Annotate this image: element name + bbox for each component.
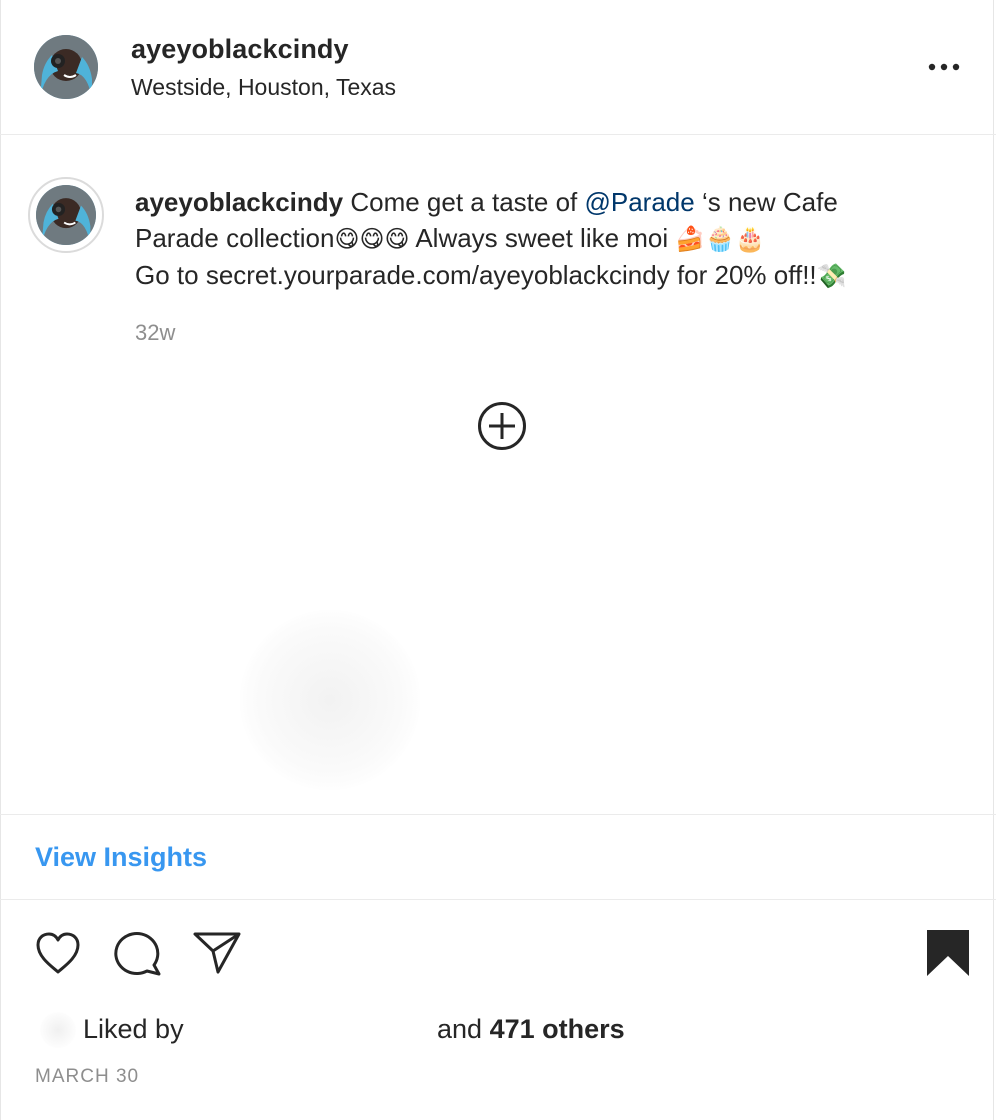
caption-line-2: Parade collection😋😋😋 Always sweet like m… [135,220,955,257]
author-avatar[interactable] [34,35,98,99]
caption-text: Parade collection [135,223,335,253]
add-circle-icon[interactable] [476,400,528,452]
comment-icon[interactable] [113,929,163,977]
mention-link[interactable]: @Parade [584,187,694,217]
bookmark-icon[interactable] [926,929,970,977]
insights-bar: View Insights [0,814,996,900]
post-header: ayeyoblackcindy Westside, Houston, Texas [0,0,996,135]
post-location[interactable]: Westside, Houston, Texas [131,74,396,101]
author-username[interactable]: ayeyoblackcindy [131,34,349,65]
caption-text: ‘s new Cafe [694,187,838,217]
blurred-comment-area [240,610,420,790]
view-insights-link[interactable]: View Insights [35,842,207,873]
cake-emoji-icon: 🍰🧁🎂 [675,225,766,253]
heart-icon[interactable] [34,930,82,976]
yum-emoji-icon: 😋😋😋 [334,225,410,253]
money-emoji-icon: 💸 [816,262,847,290]
caption-line-1: ayeyoblackcindy Come get a taste of @Par… [135,184,955,220]
caption-username[interactable]: ayeyoblackcindy [135,187,343,217]
caption-text: Go to secret.yourparade.com/ayeyoblackci… [135,260,817,290]
caption-line-3: Go to secret.yourparade.com/ayeyoblackci… [135,257,955,294]
caption-avatar [36,185,96,245]
liked-by-label: Liked by [83,1014,184,1044]
caption-avatar-ring[interactable] [28,177,104,253]
caption-text: Always sweet like moi [409,223,676,253]
post-date: MARCH 30 [35,1066,140,1087]
likes-count[interactable]: and 471 others [437,1014,625,1045]
more-horizontal-icon[interactable] [922,56,966,78]
others-count[interactable]: 471 others [490,1014,625,1044]
post-caption: ayeyoblackcindy Come get a taste of @Par… [135,184,955,294]
likes-summary: Liked by and 471 others [0,1012,996,1052]
liker-avatar[interactable] [40,1012,76,1048]
and-label: and [437,1014,490,1044]
paper-plane-icon[interactable] [192,929,242,975]
post-age: 32w [135,320,176,345]
caption-text: Come get a taste of [343,187,585,217]
